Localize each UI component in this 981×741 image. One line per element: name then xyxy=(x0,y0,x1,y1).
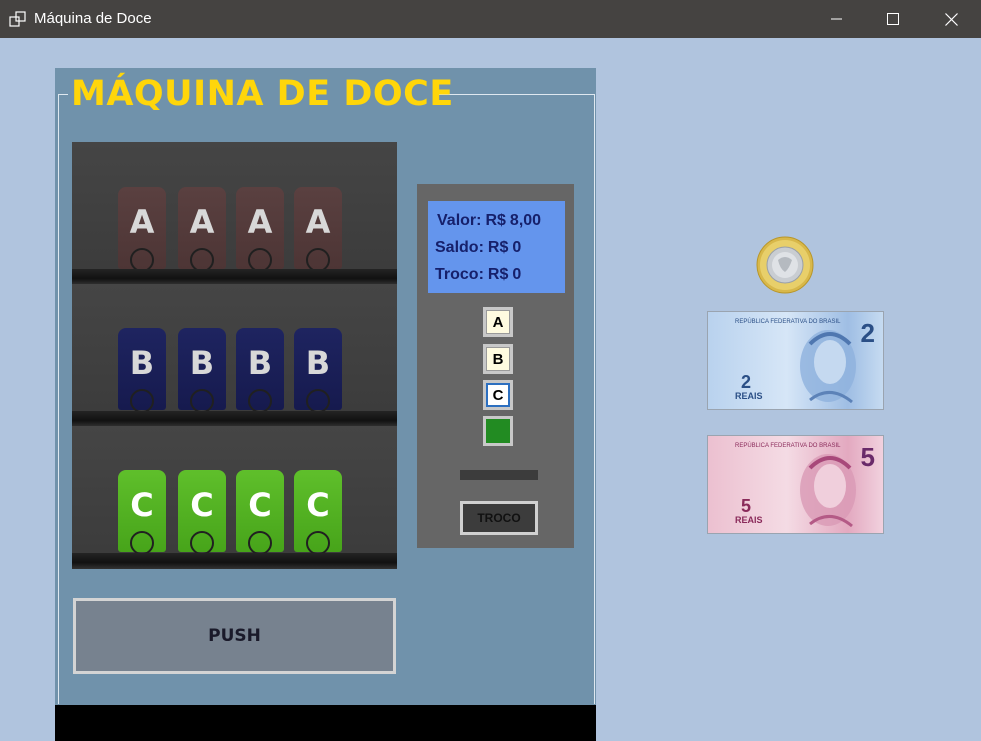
select-c-button[interactable]: C xyxy=(483,380,513,410)
candy-label: A xyxy=(129,203,155,241)
bill-2-unit: REAIS xyxy=(735,391,763,401)
troco-value: 0 xyxy=(512,266,522,283)
candy-c[interactable]: C xyxy=(294,470,342,555)
candy-label: B xyxy=(305,344,331,382)
select-b-label: B xyxy=(486,347,510,371)
candy-ring xyxy=(190,389,214,413)
saldo-label: Saldo: xyxy=(435,239,484,256)
bill-5-small-value: 5 xyxy=(741,496,752,516)
confirm-indicator xyxy=(486,419,510,443)
push-button[interactable]: PUSH xyxy=(73,598,396,674)
candy-c[interactable]: C xyxy=(236,470,284,555)
candy-label: C xyxy=(190,486,214,524)
control-panel: Valor: R$ 8,00 Saldo: R$ 0 Troco: R$ 0 A B C T… xyxy=(417,184,574,548)
close-icon xyxy=(944,12,958,26)
troco-label: Troco: xyxy=(435,266,484,283)
candy-ring xyxy=(130,531,154,555)
candy-label: A xyxy=(305,203,331,241)
valor-value: 8,00 xyxy=(509,212,542,229)
frame-border xyxy=(58,94,59,704)
bill-2-reais[interactable]: REPÚBLICA FEDERATIVA DO BRASIL 2 2 REAIS xyxy=(707,311,884,410)
candy-b[interactable]: B xyxy=(294,328,342,413)
machine-base xyxy=(55,705,596,741)
candy-ring xyxy=(306,531,330,555)
lcd-display: Valor: R$ 8,00 Saldo: R$ 0 Troco: R$ 0 xyxy=(428,201,565,293)
candy-label: C xyxy=(306,486,330,524)
frame-border xyxy=(594,94,595,704)
candy-label: C xyxy=(130,486,154,524)
candy-shelves: A A A A B B B B C C C C xyxy=(72,142,397,569)
candy-c[interactable]: C xyxy=(178,470,226,555)
candy-b[interactable]: B xyxy=(236,328,284,413)
minimize-button[interactable] xyxy=(814,0,860,38)
candy-a[interactable]: A xyxy=(178,187,226,272)
candy-a[interactable]: A xyxy=(236,187,284,272)
frame-border xyxy=(437,94,594,95)
bill-2-small-value: 2 xyxy=(741,372,752,392)
candy-label: A xyxy=(247,203,273,241)
app-icon xyxy=(9,11,26,27)
shelf-bar xyxy=(72,553,397,569)
troco-line: Troco: R$ 0 xyxy=(435,266,525,284)
candy-ring xyxy=(248,389,272,413)
valor-currency: R$ xyxy=(485,212,506,229)
bill-5-unit: REAIS xyxy=(735,515,763,525)
shelf-bar xyxy=(72,411,397,427)
maximize-icon xyxy=(887,13,899,25)
valor-label: Valor: xyxy=(437,212,482,229)
coin-icon[interactable] xyxy=(756,236,814,294)
candy-label: B xyxy=(247,344,273,382)
bill-2-value: 2 xyxy=(860,318,875,348)
candy-label: C xyxy=(248,486,272,524)
candy-b[interactable]: B xyxy=(118,328,166,413)
shelf-row-b: B B B B xyxy=(72,284,397,427)
shelf-row-c: C C C C xyxy=(72,426,397,569)
shelf-row-a: A A A A xyxy=(72,142,397,285)
candy-label: A xyxy=(189,203,215,241)
candy-ring xyxy=(130,389,154,413)
maximize-button[interactable] xyxy=(870,0,916,38)
shelf-bar xyxy=(72,269,397,285)
candy-ring xyxy=(306,389,330,413)
troco-button[interactable]: TROCO xyxy=(460,501,538,535)
title-bar: Máquina de Doce xyxy=(0,0,981,38)
select-b-button[interactable]: B xyxy=(483,344,513,374)
candy-label: B xyxy=(189,344,215,382)
candy-ring xyxy=(248,531,272,555)
saldo-line: Saldo: R$ 0 xyxy=(435,239,525,257)
window-title: Máquina de Doce xyxy=(34,10,152,27)
machine-title: MÁQUINA DE DOCE xyxy=(71,74,454,114)
select-a-button[interactable]: A xyxy=(483,307,513,337)
troco-button-label: TROCO xyxy=(463,504,535,532)
minimize-icon xyxy=(831,18,842,20)
bill-5-portrait-icon xyxy=(800,454,856,528)
confirm-button[interactable] xyxy=(483,416,513,446)
bill-5-value: 5 xyxy=(860,442,875,472)
candy-label: B xyxy=(129,344,155,382)
select-a-label: A xyxy=(486,310,510,334)
candy-ring xyxy=(190,531,214,555)
coin-slot xyxy=(460,470,538,480)
valor-line: Valor: R$ 8,00 xyxy=(437,212,545,230)
candy-a[interactable]: A xyxy=(118,187,166,272)
vending-machine: MÁQUINA DE DOCE A A A A B B B B C C C C xyxy=(55,68,596,741)
close-button[interactable] xyxy=(928,0,974,38)
bill-2-portrait-icon xyxy=(800,330,856,404)
troco-currency: R$ xyxy=(487,266,509,283)
candy-a[interactable]: A xyxy=(294,187,342,272)
frame-border xyxy=(58,94,68,95)
select-c-label: C xyxy=(486,383,510,407)
candy-b[interactable]: B xyxy=(178,328,226,413)
saldo-currency: R$ xyxy=(487,239,509,256)
candy-c[interactable]: C xyxy=(118,470,166,555)
saldo-value: 0 xyxy=(512,239,522,256)
bill-5-reais[interactable]: REPÚBLICA FEDERATIVA DO BRASIL 5 5 REAIS xyxy=(707,435,884,534)
